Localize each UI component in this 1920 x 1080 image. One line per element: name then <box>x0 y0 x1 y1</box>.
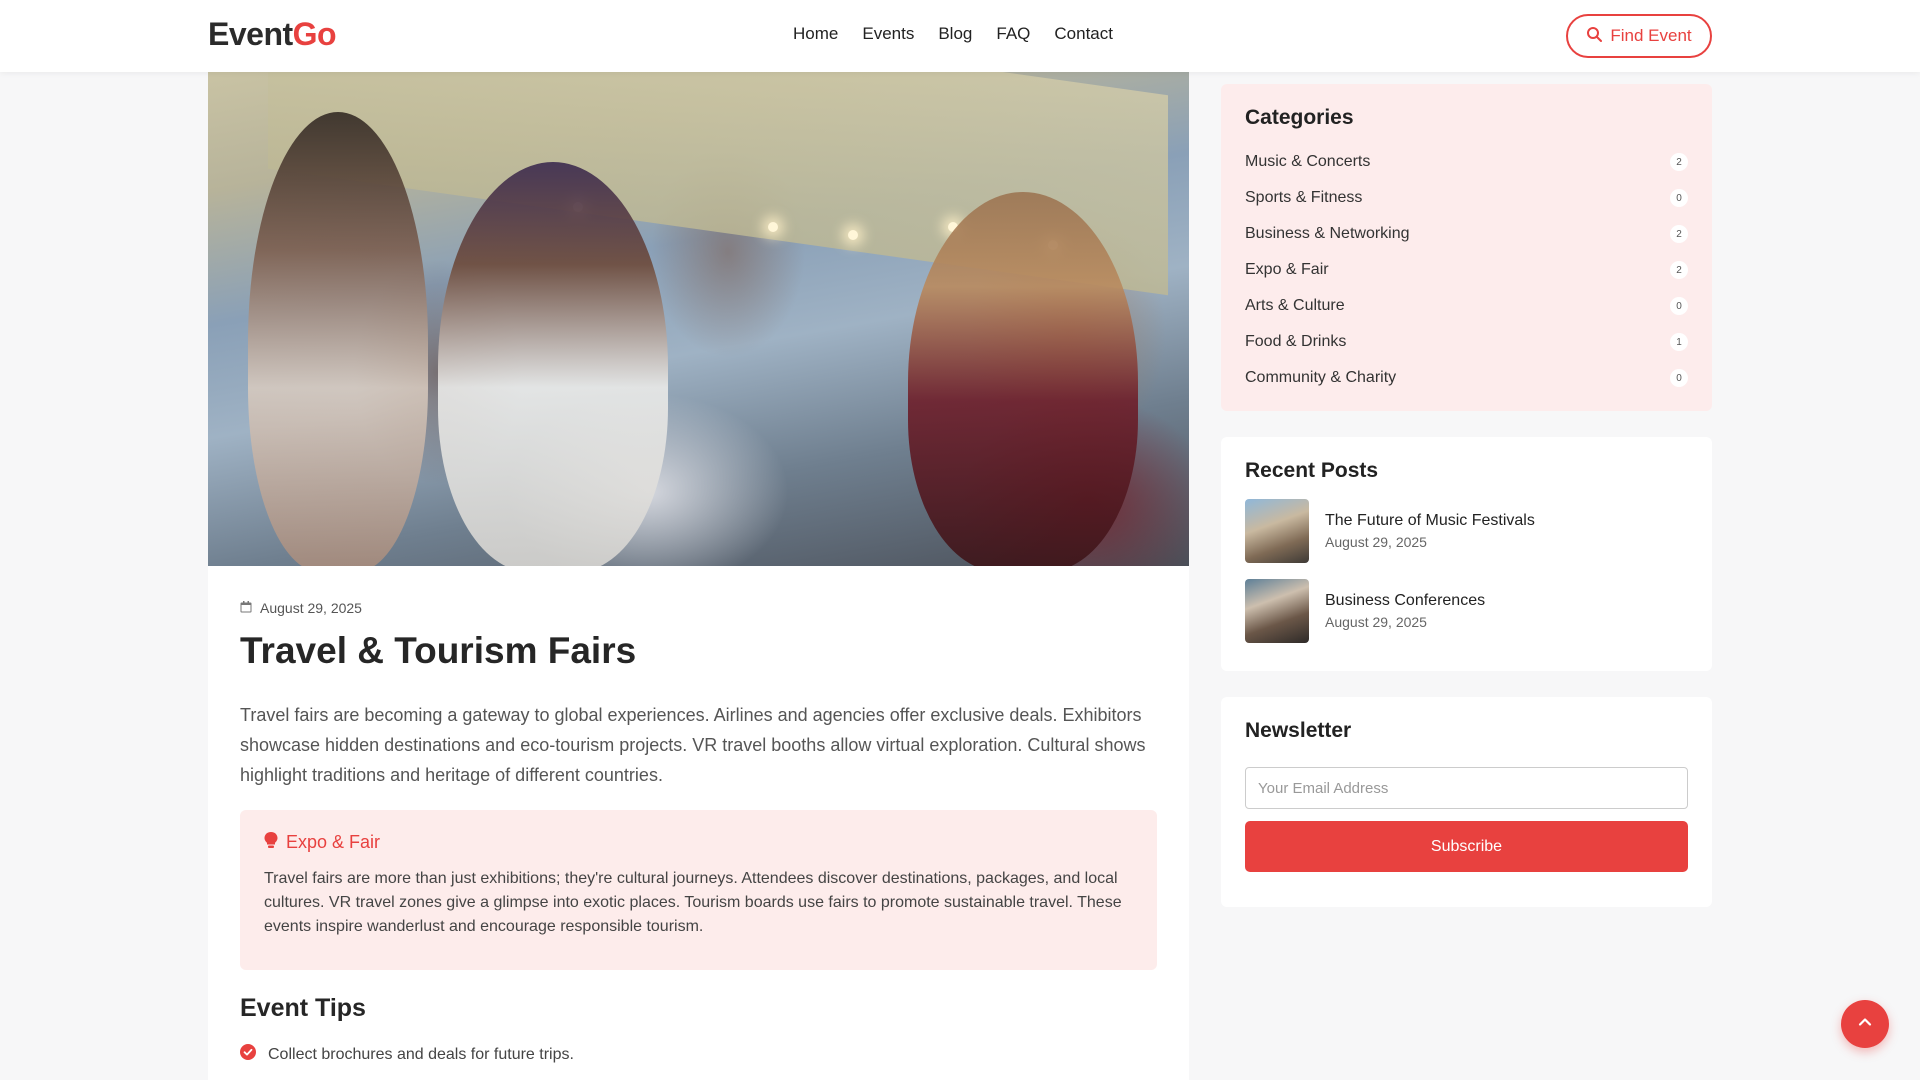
category-item-food-drinks[interactable]: Food & Drinks 1 <box>1245 324 1688 360</box>
category-label: Sports & Fitness <box>1245 189 1363 206</box>
category-count: 2 <box>1670 153 1688 171</box>
categories-list: Music & Concerts 2 Sports & Fitness 0 Busi… <box>1245 144 1688 396</box>
category-label: Community & Charity <box>1245 369 1397 386</box>
category-item-community-charity[interactable]: Community & Charity 0 <box>1245 360 1688 396</box>
subscribe-button[interactable]: Subscribe <box>1245 821 1688 872</box>
category-item-business-networking[interactable]: Business & Networking 2 <box>1245 216 1688 252</box>
tip-text: Collect brochures and deals for future t… <box>268 1045 574 1063</box>
nav-faq[interactable]: FAQ <box>996 24 1030 44</box>
back-to-top-button[interactable] <box>1841 1000 1889 1048</box>
event-tips-heading: Event Tips <box>240 994 366 1022</box>
find-event-button[interactable]: Find Event <box>1566 14 1712 58</box>
newsletter-widget: Newsletter Subscribe <box>1221 697 1712 907</box>
nav-blog[interactable]: Blog <box>938 24 972 44</box>
chevron-up-icon <box>1856 1013 1874 1036</box>
recent-post-date: August 29, 2025 <box>1325 534 1427 550</box>
nav-contact[interactable]: Contact <box>1054 24 1113 44</box>
post-date: August 29, 2025 <box>240 600 362 616</box>
category-item-sports-fitness[interactable]: Sports & Fitness 0 <box>1245 180 1688 216</box>
post-title: Travel & Tourism Fairs <box>240 630 637 671</box>
recent-post-title[interactable]: The Future of Music Festivals <box>1325 512 1535 530</box>
hero-image <box>208 72 1189 566</box>
recent-posts-widget: Recent Posts The Future of Music Festiva… <box>1221 437 1712 671</box>
category-count: 0 <box>1670 189 1688 207</box>
newsletter-heading: Newsletter <box>1245 719 1352 742</box>
recent-post-title[interactable]: Business Conferences <box>1325 592 1485 610</box>
category-count: 1 <box>1670 333 1688 351</box>
category-item-arts-culture[interactable]: Arts & Culture 0 <box>1245 288 1688 324</box>
post-body: Travel fairs are becoming a gateway to g… <box>240 705 1146 785</box>
category-count: 0 <box>1670 297 1688 315</box>
main-nav: Home Events Blog FAQ Contact <box>793 24 1113 44</box>
search-icon <box>1586 26 1603 47</box>
nav-home[interactable]: Home <box>793 24 838 44</box>
category-label: Arts & Culture <box>1245 297 1345 314</box>
category-item-expo-fair[interactable]: Expo & Fair 2 <box>1245 252 1688 288</box>
category-item-music-concerts[interactable]: Music & Concerts 2 <box>1245 144 1688 180</box>
category-count: 0 <box>1670 369 1688 387</box>
recent-post-item[interactable]: The Future of Music Festivals August 29,… <box>1245 499 1688 563</box>
recent-posts-heading: Recent Posts <box>1245 459 1379 482</box>
callout-title: Expo & Fair <box>264 832 1133 853</box>
check-circle-icon <box>240 1044 256 1065</box>
category-label: Food & Drinks <box>1245 333 1347 350</box>
recent-post-date: August 29, 2025 <box>1325 614 1427 630</box>
categories-widget: Categories Music & Concerts 2 Sports & Fi… <box>1221 84 1712 411</box>
callout-title-text: Expo & Fair <box>286 832 381 852</box>
nav-events[interactable]: Events <box>862 24 914 44</box>
logo-text-event: Event <box>208 16 293 52</box>
find-event-label: Find Event <box>1610 26 1692 45</box>
tip-item: Collect brochures and deals for future t… <box>240 1044 574 1065</box>
category-label: Business & Networking <box>1245 225 1410 242</box>
calendar-icon <box>240 600 252 616</box>
lightbulb-icon <box>264 832 278 853</box>
recent-post-thumbnail[interactable] <box>1245 579 1309 643</box>
recent-post-item[interactable]: Business Conferences August 29, 2025 <box>1245 579 1688 643</box>
category-count: 2 <box>1670 225 1688 243</box>
article-card: August 29, 2025 Travel & Tourism Fairs T… <box>208 72 1189 1080</box>
category-callout: Expo & Fair Travel fairs are more than j… <box>240 810 1157 970</box>
categories-heading: Categories <box>1245 106 1354 129</box>
recent-post-thumbnail[interactable] <box>1245 499 1309 563</box>
category-label: Music & Concerts <box>1245 153 1371 170</box>
callout-text: Travel fairs are more than just exhibiti… <box>264 870 1122 935</box>
top-navbar: EventGo Home Events Blog FAQ Contact Fin… <box>0 0 1920 72</box>
post-date-text: August 29, 2025 <box>260 600 362 616</box>
category-count: 2 <box>1670 261 1688 279</box>
logo-text-go: Go <box>292 16 337 52</box>
email-input[interactable] <box>1245 767 1688 809</box>
site-logo[interactable]: EventGo <box>208 16 337 53</box>
category-label: Expo & Fair <box>1245 261 1329 278</box>
